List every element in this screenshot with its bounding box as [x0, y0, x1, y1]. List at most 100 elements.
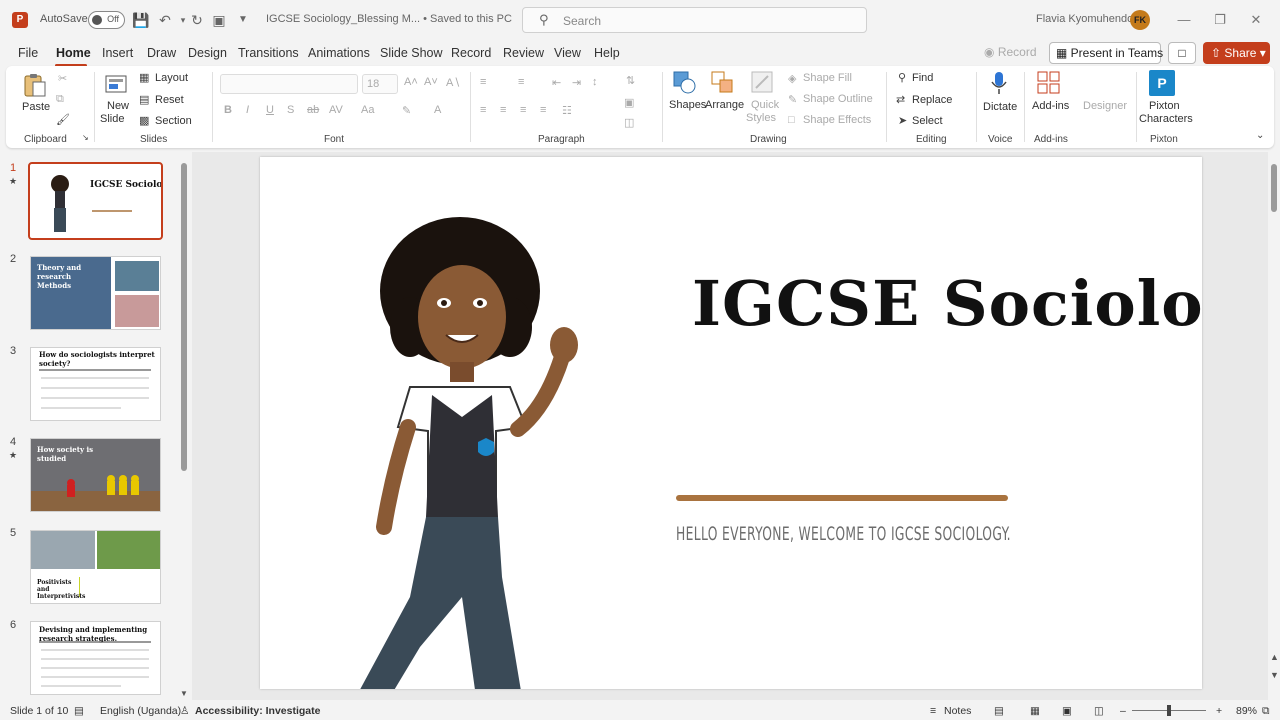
minimize-icon[interactable]: —: [1174, 10, 1194, 30]
copy-icon[interactable]: ⧉: [56, 93, 64, 106]
font-name-dropdown[interactable]: [220, 74, 358, 94]
normal-view-icon[interactable]: ▤: [994, 705, 1004, 717]
new-slide-label-2[interactable]: Slide: [100, 113, 124, 125]
fit-to-window-icon[interactable]: ⧉: [1262, 705, 1270, 718]
reset-button[interactable]: Reset: [155, 94, 184, 106]
customize-toolbar-icon[interactable]: ▼: [234, 11, 252, 29]
tab-record[interactable]: Record: [451, 46, 491, 60]
highlight-color-icon[interactable]: ✎: [402, 104, 411, 117]
pixton-label-1[interactable]: Pixton: [1149, 100, 1180, 112]
tab-file[interactable]: File: [18, 46, 38, 60]
tab-transitions[interactable]: Transitions: [238, 46, 299, 60]
tab-animations[interactable]: Animations: [308, 46, 370, 60]
scrollbar-thumb[interactable]: [1271, 164, 1277, 212]
designer-label[interactable]: Designer: [1083, 100, 1127, 112]
comments-icon[interactable]: □: [1168, 42, 1196, 64]
start-from-beginning-icon[interactable]: ▣: [210, 11, 228, 29]
smartart-icon[interactable]: ◫: [624, 116, 634, 129]
find-button[interactable]: Find: [912, 72, 933, 84]
layout-button[interactable]: Layout: [155, 72, 188, 84]
slide-subtitle[interactable]: HELLO EVERYONE, WELCOME TO IGCSE SOCIOLO…: [676, 523, 1011, 545]
shape-fill-icon[interactable]: ◈: [788, 72, 796, 85]
tab-slide-show[interactable]: Slide Show: [380, 46, 443, 60]
numbering-icon[interactable]: ≡: [518, 76, 524, 88]
arrange-icon[interactable]: [710, 70, 736, 96]
notes-icon[interactable]: ≡: [930, 705, 936, 717]
user-name[interactable]: Flavia Kyomuhendo: [1036, 13, 1133, 25]
search-box[interactable]: ⚲ Search: [522, 7, 867, 33]
scroll-down-icon[interactable]: ▼: [180, 689, 188, 698]
increase-font-size-icon[interactable]: A˄: [404, 76, 418, 88]
justify-icon[interactable]: ≡: [540, 104, 546, 116]
add-ins-label[interactable]: Add-ins: [1032, 100, 1069, 112]
underline-icon[interactable]: U: [266, 104, 274, 116]
reading-view-icon[interactable]: ▣: [1062, 705, 1072, 717]
shapes-label[interactable]: Shapes: [669, 99, 706, 111]
notes-button[interactable]: Notes: [944, 705, 971, 717]
bullets-icon[interactable]: ≡: [480, 76, 486, 88]
microphone-icon[interactable]: [986, 70, 1012, 96]
replace-icon[interactable]: ⇄: [896, 93, 905, 106]
zoom-slider-thumb[interactable]: [1167, 705, 1171, 716]
slide-show-icon[interactable]: ◫: [1094, 705, 1104, 717]
shape-fill-button[interactable]: Shape Fill: [803, 72, 852, 84]
next-slide-icon[interactable]: ▼: [1270, 670, 1279, 680]
select-icon[interactable]: ➤: [898, 114, 907, 127]
shadow-icon[interactable]: S: [287, 104, 294, 116]
align-left-icon[interactable]: ≡: [480, 104, 486, 116]
shape-outline-icon[interactable]: ✎: [788, 93, 797, 106]
shape-outline-button[interactable]: Shape Outline: [803, 93, 873, 105]
pixton-icon[interactable]: P: [1149, 70, 1175, 96]
reset-icon[interactable]: ▤: [139, 93, 149, 106]
redo-icon[interactable]: ↻: [188, 11, 206, 29]
select-button[interactable]: Select: [912, 115, 943, 127]
decrease-indent-icon[interactable]: ⇤: [552, 76, 561, 89]
clipboard-launcher-icon[interactable]: ↘: [82, 133, 89, 142]
replace-button[interactable]: Replace: [912, 94, 952, 106]
tab-home[interactable]: Home: [56, 46, 91, 60]
line-spacing-icon[interactable]: ↕: [592, 76, 598, 88]
bold-icon[interactable]: B: [224, 104, 232, 116]
increase-indent-icon[interactable]: ⇥: [572, 76, 581, 89]
zoom-out-icon[interactable]: –: [1120, 705, 1126, 717]
undo-icon[interactable]: ↶: [156, 11, 174, 29]
font-color-icon[interactable]: A: [434, 104, 441, 116]
present-in-teams-button[interactable]: ▦ Present in Teams: [1049, 42, 1163, 64]
new-slide-label-1[interactable]: New: [107, 100, 129, 112]
align-center-icon[interactable]: ≡: [500, 104, 506, 116]
slide-thumbnail-1[interactable]: IGCSE Sociology: [28, 162, 163, 240]
cut-icon[interactable]: ✂: [58, 72, 67, 85]
change-case-icon[interactable]: Aa: [361, 104, 374, 116]
text-direction-icon[interactable]: ⇅: [626, 74, 635, 87]
slide-count[interactable]: Slide 1 of 10: [10, 705, 68, 717]
slide-thumbnail-2[interactable]: Theory and research Methods: [30, 256, 161, 330]
dictate-label[interactable]: Dictate: [983, 101, 1017, 113]
columns-icon[interactable]: ☷: [562, 104, 572, 117]
current-slide[interactable]: IGCSE Sociology HELLO EVERYONE, WELCOME …: [260, 157, 1202, 689]
shape-effects-icon[interactable]: □: [788, 114, 795, 126]
tab-help[interactable]: Help: [594, 46, 620, 60]
decrease-font-size-icon[interactable]: A˅: [424, 76, 438, 88]
tab-view[interactable]: View: [554, 46, 581, 60]
find-icon[interactable]: ⚲: [898, 71, 906, 84]
clear-formatting-icon[interactable]: A∖: [446, 76, 460, 89]
align-text-icon[interactable]: ▣: [624, 96, 634, 109]
record-button[interactable]: ◉ Record: [984, 45, 1037, 59]
document-title[interactable]: IGCSE Sociology_Blessing M... • Saved to…: [266, 13, 512, 25]
shape-effects-button[interactable]: Shape Effects: [803, 114, 871, 126]
close-icon[interactable]: ✕: [1246, 10, 1266, 30]
slide-title[interactable]: IGCSE Sociology: [692, 267, 1202, 340]
slide-thumbnail-3[interactable]: How do sociologists interpret society?: [30, 347, 161, 421]
slide-vertical-scrollbar[interactable]: ▲ ▼: [1268, 152, 1280, 700]
user-avatar[interactable]: FK: [1130, 10, 1150, 30]
tab-insert[interactable]: Insert: [102, 46, 133, 60]
collapse-ribbon-icon[interactable]: ⌄: [1256, 130, 1264, 141]
arrange-label[interactable]: Arrange: [705, 99, 744, 111]
paste-label[interactable]: Paste: [22, 101, 50, 113]
accessibility-status[interactable]: Accessibility: Investigate: [195, 705, 320, 717]
paste-icon[interactable]: [22, 72, 48, 98]
zoom-in-icon[interactable]: +: [1216, 705, 1222, 717]
zoom-level[interactable]: 89%: [1236, 705, 1257, 717]
section-icon[interactable]: ▩: [139, 114, 149, 127]
strikethrough-icon[interactable]: ab: [307, 104, 319, 116]
